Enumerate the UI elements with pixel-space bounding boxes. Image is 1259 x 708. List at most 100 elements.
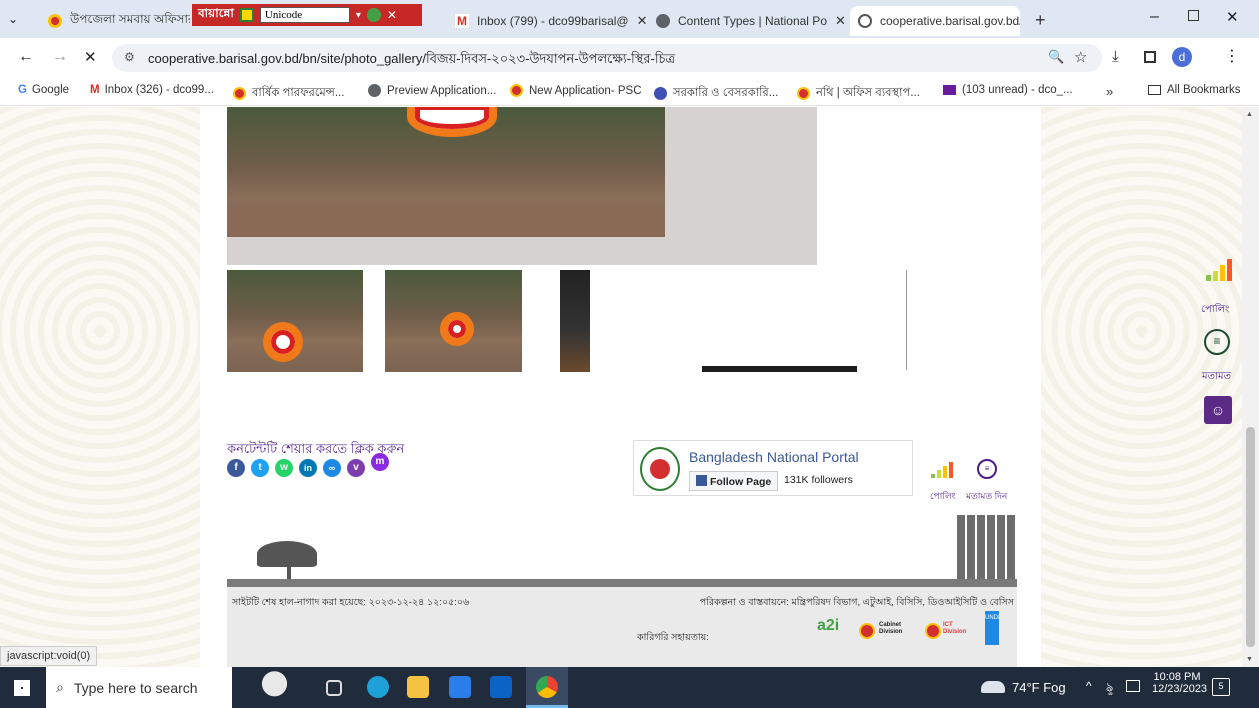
- side-poll-chart-icon[interactable]: [1206, 259, 1232, 281]
- edge-browser-icon[interactable]: [367, 676, 389, 698]
- undp-logo[interactable]: UNDP: [985, 611, 999, 645]
- bd-govt-icon: [797, 87, 810, 100]
- facebook-icon[interactable]: f: [227, 459, 245, 477]
- gallery-thumbnail[interactable]: [702, 366, 857, 372]
- site-info-icon[interactable]: ⚙: [124, 50, 135, 64]
- weather-fog-icon: [981, 681, 1005, 693]
- notification-center-icon[interactable]: 5: [1212, 678, 1230, 696]
- profile-avatar[interactable]: d: [1172, 47, 1192, 67]
- tab-search-chevron-icon[interactable]: ⌄: [8, 12, 18, 26]
- facebook-icon: [696, 475, 707, 486]
- bookmark-psc[interactable]: New Application- PSC: [510, 84, 642, 97]
- twitter-icon[interactable]: t: [251, 459, 269, 477]
- download-icon[interactable]: ⤓: [1112, 48, 1119, 65]
- seal-icon: [654, 87, 667, 100]
- restore-button[interactable]: [1188, 10, 1199, 21]
- tab-gmail-inbox[interactable]: M Inbox (799) - dco99barisal@ ✕: [447, 6, 647, 36]
- bd-govt-icon: [510, 84, 523, 97]
- cabinet-division-label: Cabinet Division: [879, 622, 903, 635]
- viber-icon[interactable]: v: [347, 459, 365, 477]
- bookmark-unread-mail[interactable]: (103 unread) - dco_...: [943, 84, 1073, 96]
- clock[interactable]: 10:08 PM 12/23/2023: [1152, 671, 1207, 695]
- side-opinion-link[interactable]: মতামত: [1202, 369, 1231, 386]
- side-opinion-chat-icon[interactable]: ≡: [1204, 329, 1230, 355]
- opinion-chat-icon[interactable]: ≡: [977, 459, 997, 479]
- more-bookmarks-button[interactable]: »: [1106, 84, 1113, 99]
- poll-link[interactable]: পোলিং: [930, 489, 956, 504]
- bookmark-inbox[interactable]: M Inbox (326) - dco99...: [90, 84, 214, 96]
- keyboard-layout-label[interactable]: বায়ান্নো: [198, 5, 234, 25]
- accessibility-icon[interactable]: ☺: [1204, 396, 1232, 424]
- ict-division-logo[interactable]: [925, 623, 941, 639]
- window-close-button[interactable]: ✕: [1226, 8, 1239, 26]
- side-poll-link[interactable]: পোলিং: [1201, 302, 1229, 319]
- bookmark-annual-performance[interactable]: বার্ষিক পারফরমেন্স...: [233, 84, 344, 103]
- copy-link-icon[interactable]: ∞: [323, 459, 341, 477]
- tab-cooperative-active[interactable]: cooperative.barisal.gov.bd/b ✕: [850, 6, 1020, 36]
- keyboard-close-icon[interactable]: ✕: [387, 8, 397, 22]
- keyboard-settings-icon[interactable]: [366, 8, 381, 22]
- minimize-button[interactable]: –: [1150, 8, 1159, 26]
- whatsapp-icon[interactable]: w: [275, 459, 293, 477]
- scrollbar-thumb[interactable]: [1246, 427, 1255, 647]
- back-button[interactable]: ←: [18, 48, 34, 66]
- mail-app-icon[interactable]: [490, 676, 512, 698]
- gallery-thumbnail[interactable]: [385, 270, 522, 372]
- file-explorer-icon[interactable]: [407, 676, 429, 698]
- address-bar[interactable]: ⚙ cooperative.barisal.gov.bd/bn/site/pho…: [112, 44, 1102, 72]
- bookmark-nothi[interactable]: নথি | অফিস ব্যবস্থাপ...: [797, 84, 920, 103]
- language-icon[interactable]: ৡ: [1106, 679, 1113, 699]
- tray-chevron-icon[interactable]: ^: [1086, 679, 1092, 693]
- new-tab-button[interactable]: +: [1035, 10, 1046, 31]
- tab-content-types[interactable]: Content Types | National Po ✕: [648, 6, 848, 36]
- font-select-chevron-icon[interactable]: ▾: [356, 10, 361, 21]
- url-text[interactable]: cooperative.barisal.gov.bd/bn/site/photo…: [148, 50, 675, 71]
- bookmark-star-icon[interactable]: ☆: [1074, 48, 1087, 66]
- font-select[interactable]: Unicode: [259, 7, 350, 23]
- folder-icon: [1148, 85, 1161, 95]
- poll-chart-icon[interactable]: [931, 462, 953, 478]
- keyboard-layout-toolbar: বায়ান্নো Unicode ▾ ✕: [192, 4, 422, 26]
- page-viewport: কনটেন্টটি শেয়ার করতে ক্লিক করুন f t w i…: [0, 107, 1259, 667]
- linkedin-icon[interactable]: in: [299, 459, 317, 477]
- bookmark-google[interactable]: G Google: [18, 84, 69, 96]
- gallery-main-photo[interactable]: [227, 107, 665, 237]
- weather-text[interactable]: 74°F Fog: [1012, 680, 1066, 695]
- search-icon: ⌕: [56, 679, 64, 695]
- scroll-up-icon[interactable]: ▲: [1246, 111, 1253, 118]
- a2i-logo[interactable]: a2i: [817, 617, 839, 635]
- side-panel-icon[interactable]: [1144, 51, 1156, 63]
- tab-close-icon[interactable]: ✕: [827, 13, 846, 29]
- page-scrollbar[interactable]: ▲ ▼: [1242, 107, 1259, 667]
- windows-start-icon[interactable]: [14, 680, 30, 696]
- bookmark-govt-private[interactable]: সরকারি ও বেসরকারি...: [654, 84, 778, 103]
- flower-wreath: [407, 107, 497, 137]
- opinion-link[interactable]: মতামত দিন: [966, 489, 1007, 504]
- scroll-down-icon[interactable]: ▼: [1246, 656, 1253, 663]
- tech-support-label: কারিগরি সহায়তায়:: [637, 632, 709, 643]
- taskbar-search-box[interactable]: ⌕ Type here to search: [46, 667, 232, 708]
- tab-close-icon[interactable]: ✕: [629, 13, 647, 29]
- tab-upazila[interactable]: উপজেলা সমবায় অফিসার: [40, 6, 190, 36]
- cabinet-division-logo[interactable]: [859, 623, 875, 639]
- zoom-icon[interactable]: 🔍: [1048, 49, 1064, 65]
- task-view-icon[interactable]: [326, 680, 342, 696]
- forward-button[interactable]: →: [52, 48, 68, 66]
- portal-title-link[interactable]: Bangladesh National Portal: [689, 449, 859, 465]
- menu-kebab-icon[interactable]: ⋮: [1224, 46, 1240, 66]
- penguins-widget-icon[interactable]: [247, 669, 302, 706]
- follow-page-button[interactable]: Follow Page: [689, 471, 779, 491]
- all-bookmarks[interactable]: All Bookmarks: [1148, 84, 1241, 96]
- chrome-taskbar-button[interactable]: [526, 667, 568, 708]
- messenger-icon[interactable]: m: [371, 453, 389, 471]
- gmail-icon: M: [455, 14, 469, 28]
- network-icon[interactable]: [1126, 680, 1140, 692]
- stop-loading-button[interactable]: ✕: [84, 48, 97, 66]
- microsoft-store-icon[interactable]: [449, 676, 471, 698]
- flower-wreath: [440, 312, 474, 346]
- gallery-thumbnail[interactable]: [560, 270, 590, 372]
- bookmark-preview-application[interactable]: Preview Application...: [368, 84, 496, 97]
- gallery-thumbnail[interactable]: [227, 270, 363, 372]
- keyboard-toggle-icon[interactable]: [239, 8, 254, 22]
- share-icons: f t w in ∞ v m: [227, 453, 393, 477]
